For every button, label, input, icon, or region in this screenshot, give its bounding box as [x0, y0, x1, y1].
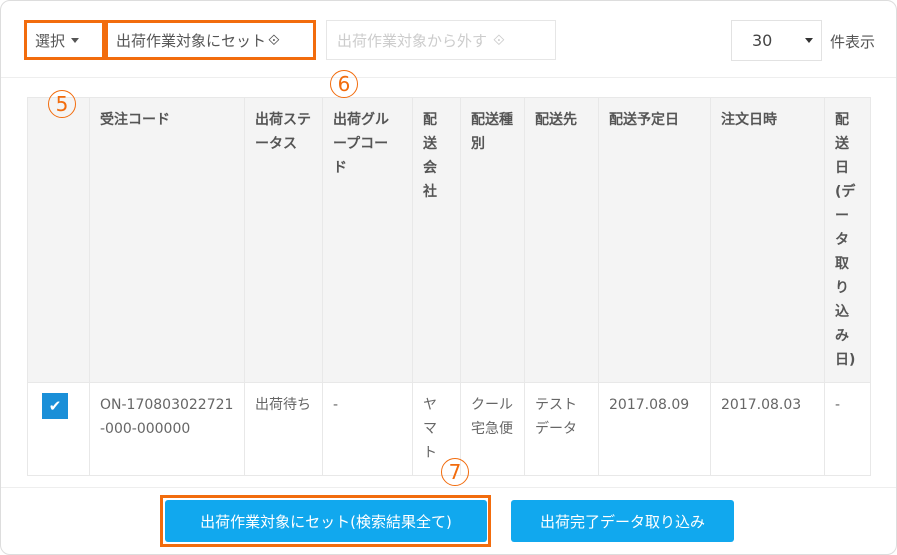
table-cell: 2017.08.03 — [710, 382, 825, 476]
column-header[interactable]: 注文日時 — [710, 97, 825, 383]
table-header-row: 受注コード 出荷ステータス 出荷グループコード 配送会社 配送種別 配送先 配送… — [27, 97, 871, 383]
column-header[interactable]: 配送日(データ取り込み日) — [824, 97, 871, 383]
highlight-frame — [160, 495, 491, 547]
page-size-select[interactable]: 30 — [731, 20, 822, 61]
column-header[interactable]: 受注コード — [89, 97, 245, 383]
column-header[interactable]: 配送会社 — [412, 97, 461, 383]
check-icon: ✔ — [48, 397, 62, 415]
import-completed-data-button[interactable]: 出荷完了データ取り込み — [511, 500, 734, 542]
column-header[interactable]: 出荷ステータス — [244, 97, 323, 383]
annotation-5: 5 — [48, 90, 76, 118]
row-checkbox-cell: ✔ — [27, 382, 90, 476]
set-label: 出荷作業対象にセット — [116, 31, 267, 50]
caret-down-icon — [71, 37, 80, 43]
select-dropdown-button[interactable]: 選択 — [24, 20, 105, 60]
annotation-6: 6 — [330, 70, 358, 98]
divider — [1, 77, 896, 78]
set-shipping-target-button[interactable]: 出荷作業対象にセット ⟐ — [105, 20, 316, 60]
column-header[interactable]: 出荷グループコード — [322, 97, 413, 383]
divider — [1, 487, 896, 488]
table-cell: 2017.08.09 — [598, 382, 711, 476]
row-checkbox[interactable]: ✔ — [42, 393, 68, 419]
per-page-label: 件表示 — [830, 33, 876, 51]
page-size-value: 30 — [752, 31, 773, 50]
select-label: 選択 — [35, 31, 66, 50]
caret-down-icon — [805, 38, 813, 43]
remove-label: 出荷作業対象から外す — [337, 31, 488, 50]
table-cell: 出荷待ち — [244, 382, 323, 476]
orders-table: 受注コード 出荷ステータス 出荷グループコード 配送会社 配送種別 配送先 配送… — [27, 97, 871, 476]
annotation-7: 7 — [441, 458, 469, 486]
remove-shipping-target-button[interactable]: 出荷作業対象から外す ⟐ — [326, 20, 556, 60]
table-cell: - — [322, 382, 413, 476]
header-checkbox-col — [27, 97, 90, 383]
table-cell: テストデータ — [524, 382, 599, 476]
column-header[interactable]: 配送予定日 — [598, 97, 711, 383]
column-header[interactable]: 配送種別 — [460, 97, 525, 383]
table-cell: クール宅急便 — [460, 382, 525, 476]
codepen-icon: ⟐ — [268, 31, 280, 49]
column-header[interactable]: 配送先 — [524, 97, 599, 383]
codepen-icon: ⟐ — [493, 31, 505, 49]
table-cell: ON-170803022721-000-000000 — [89, 382, 245, 476]
table-cell: - — [824, 382, 871, 476]
